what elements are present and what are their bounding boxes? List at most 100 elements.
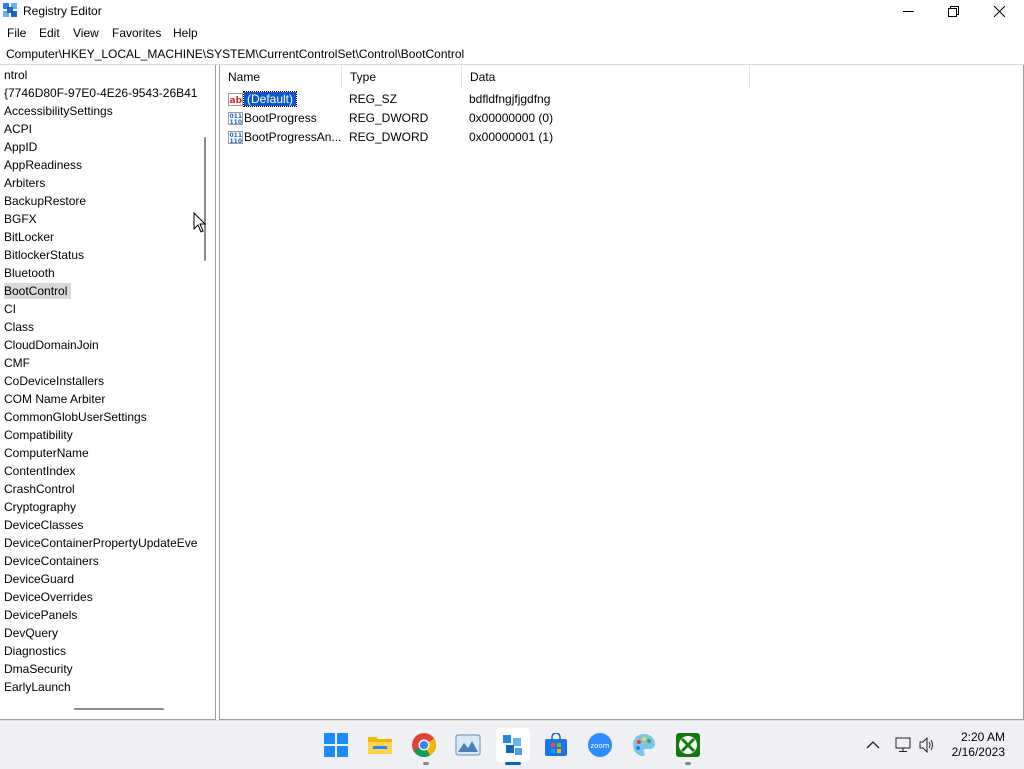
key-tree-pane[interactable]: ntrol {7746D80F-97E0-4E26-9543-26B41FC2 Ac… bbox=[0, 65, 216, 720]
tree-key[interactable]: AppReadiness bbox=[0, 156, 198, 174]
tree-key[interactable]: BitLocker bbox=[0, 228, 198, 246]
tree-key[interactable]: DeviceGuard bbox=[0, 570, 198, 588]
tree-key[interactable]: BitlockerStatus bbox=[0, 246, 198, 264]
value-name[interactable]: BootProgress bbox=[244, 109, 317, 128]
network-icon bbox=[895, 737, 911, 752]
clock-time: 2:20 AM bbox=[960, 730, 1005, 744]
tree-key-label: BootControl bbox=[4, 283, 72, 299]
tree-key[interactable]: ComputerName bbox=[0, 444, 198, 462]
volume-button[interactable] bbox=[918, 721, 936, 769]
tree-key-label: Diagnostics bbox=[4, 644, 67, 658]
tree-key[interactable]: CI bbox=[0, 300, 198, 318]
tree-key[interactable]: CommonGlobUserSettings bbox=[0, 408, 198, 426]
tree-key-label: CI bbox=[4, 302, 16, 316]
address-bar[interactable]: Computer\HKEY_LOCAL_MACHINE\SYSTEM\Curre… bbox=[0, 44, 1024, 65]
folder-icon bbox=[368, 737, 392, 754]
tree-key-label: BitLocker bbox=[4, 230, 55, 244]
active-app-indicator bbox=[505, 762, 521, 765]
menu-help[interactable]: Help bbox=[173, 26, 198, 40]
tree-key[interactable]: Cryptography bbox=[0, 498, 198, 516]
tree-horizontal-scroll-thumb[interactable] bbox=[74, 708, 164, 710]
menu-view[interactable]: View bbox=[73, 26, 99, 40]
tree-key[interactable]: BGFX bbox=[0, 210, 198, 228]
menu-file[interactable]: File bbox=[7, 26, 26, 40]
tree-key[interactable]: DeviceContainers bbox=[0, 552, 198, 570]
value-name[interactable]: BootProgressAn... bbox=[244, 128, 341, 147]
tree-key[interactable]: AccessibilitySettings bbox=[0, 102, 198, 120]
tree-key[interactable]: Compatibility bbox=[0, 426, 198, 444]
taskbar-microsoft-store[interactable] bbox=[539, 728, 573, 762]
tree-key[interactable]: {7746D80F-97E0-4E26-9543-26B41FC2 bbox=[0, 84, 198, 102]
values-header: Name Type Data bbox=[220, 65, 1023, 89]
key-tree[interactable]: ntrol {7746D80F-97E0-4E26-9543-26B41FC2 Ac… bbox=[0, 66, 198, 696]
tree-key[interactable]: Bluetooth bbox=[0, 264, 198, 282]
tree-key[interactable]: ntrol bbox=[0, 66, 198, 84]
value-row[interactable]: 011 110 BootProgressAn... REG_DWORD 0x00… bbox=[220, 128, 980, 147]
taskbar-file-explorer[interactable] bbox=[363, 728, 397, 762]
windows-logo-icon bbox=[324, 733, 348, 757]
tree-key-label: BackupRestore bbox=[4, 194, 87, 208]
menu-favorites[interactable]: Favorites bbox=[112, 26, 161, 40]
value-name[interactable]: (Default) bbox=[242, 91, 298, 107]
tree-key-label: DeviceContainers bbox=[4, 554, 99, 568]
tree-key-label: CommonGlobUserSettings bbox=[4, 410, 147, 424]
close-button[interactable] bbox=[976, 0, 1022, 22]
value-row[interactable]: 011 110 BootProgress REG_DWORD 0x0000000… bbox=[220, 109, 980, 128]
tree-key[interactable]: Diagnostics bbox=[0, 642, 198, 660]
tree-key[interactable]: CoDeviceInstallers bbox=[0, 372, 198, 390]
menu-edit[interactable]: Edit bbox=[39, 26, 60, 40]
svg-text:110: 110 bbox=[230, 138, 243, 145]
tree-key[interactable]: Class bbox=[0, 318, 198, 336]
value-data: 0x00000000 (0) bbox=[469, 111, 554, 125]
tree-key[interactable]: COM Name Arbiter bbox=[0, 390, 198, 408]
tree-key-label: Arbiters bbox=[4, 176, 46, 190]
minimize-button[interactable] bbox=[885, 0, 931, 22]
column-header-name[interactable]: Name bbox=[220, 65, 342, 89]
tree-key[interactable]: DmaSecurity bbox=[0, 660, 198, 678]
tree-key[interactable]: DeviceClasses bbox=[0, 516, 198, 534]
restore-button[interactable] bbox=[930, 0, 976, 22]
taskbar-chrome[interactable] bbox=[407, 728, 441, 762]
tree-key[interactable]: CloudDomainJoin bbox=[0, 336, 198, 354]
tree-key[interactable]: DeviceContainerPropertyUpdateEvents bbox=[0, 534, 198, 552]
store-bag-icon bbox=[545, 733, 567, 756]
show-hidden-icons-button[interactable] bbox=[866, 721, 880, 769]
taskbar-xbox[interactable] bbox=[671, 728, 705, 762]
values-pane[interactable]: Name Type Data ab (Default) REG_SZ bdfld… bbox=[219, 65, 1024, 720]
address-path[interactable]: Computer\HKEY_LOCAL_MACHINE\SYSTEM\Curre… bbox=[6, 47, 464, 61]
column-header-type[interactable]: Type bbox=[342, 65, 462, 89]
tree-key[interactable]: BackupRestore bbox=[0, 192, 198, 210]
value-type: REG_DWORD bbox=[349, 111, 429, 125]
column-header-data[interactable]: Data bbox=[462, 65, 750, 89]
taskbar-registry-editor[interactable] bbox=[496, 728, 530, 762]
network-status-button[interactable] bbox=[894, 721, 912, 769]
tree-key-label: AppReadiness bbox=[4, 158, 83, 172]
tree-key[interactable]: AppID bbox=[0, 138, 198, 156]
clock-date: 2/16/2023 bbox=[951, 745, 1005, 759]
start-button[interactable] bbox=[319, 728, 353, 762]
tree-key[interactable]: ContentIndex bbox=[0, 462, 198, 480]
system-clock[interactable]: 2:20 AM 2/16/2023 bbox=[952, 730, 1005, 760]
tree-key[interactable]: CrashControl bbox=[0, 480, 198, 498]
tree-key[interactable]: DeviceOverrides bbox=[0, 588, 198, 606]
tree-key[interactable]: DevQuery bbox=[0, 624, 198, 642]
tree-scroll-thumb[interactable] bbox=[204, 137, 206, 261]
tree-key[interactable]: Arbiters bbox=[0, 174, 198, 192]
taskbar-paint[interactable] bbox=[627, 728, 661, 762]
title-bar: Registry Editor bbox=[0, 0, 1024, 22]
restore-icon bbox=[947, 5, 959, 17]
taskbar-photos[interactable] bbox=[451, 728, 485, 762]
tree-key[interactable]: BootControl bbox=[0, 282, 198, 300]
registry-cubes-icon bbox=[503, 735, 522, 755]
tree-vertical-scrollbar[interactable] bbox=[200, 65, 212, 705]
tree-key[interactable]: DevicePanels bbox=[0, 606, 198, 624]
tree-key[interactable]: ACPI bbox=[0, 120, 198, 138]
value-row[interactable]: ab (Default) REG_SZ bdfldfngjfjgdfng bbox=[220, 90, 980, 109]
string-value-icon: ab bbox=[228, 93, 243, 106]
tree-key-label: DeviceClasses bbox=[4, 518, 84, 532]
taskbar-zoom[interactable]: zoom bbox=[583, 728, 617, 762]
tree-key[interactable]: EarlyLaunch bbox=[0, 678, 198, 696]
tree-key-label: COM Name Arbiter bbox=[4, 392, 106, 406]
tree-key[interactable]: CMF bbox=[0, 354, 198, 372]
minimize-icon bbox=[902, 10, 914, 12]
